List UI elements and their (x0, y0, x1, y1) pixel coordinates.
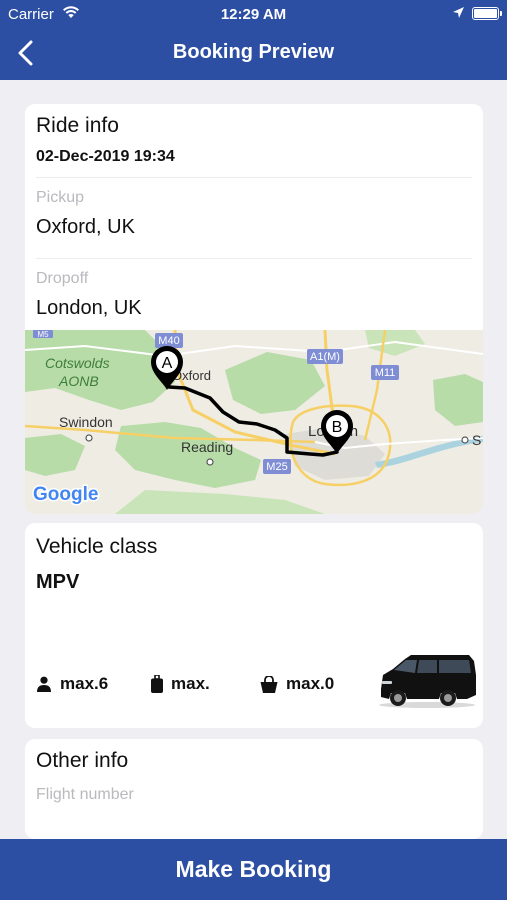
city-dot (206, 458, 214, 466)
dropoff-value[interactable]: London, UK (36, 297, 142, 320)
city-dot (85, 434, 93, 442)
place-label-reading: Reading (181, 439, 233, 455)
ride-info-heading: Ride info (36, 114, 119, 137)
place-label-cotswolds: Cotswolds (45, 355, 110, 371)
city-dot (461, 436, 469, 444)
other-info-heading: Other info (36, 749, 129, 772)
page-title: Booking Preview (172, 41, 335, 63)
place-label-s: S (472, 432, 481, 448)
other-info-card: Other info Flight number (25, 739, 483, 839)
make-booking-button[interactable]: Make Booking (0, 839, 507, 900)
ride-info-card: Ride info 02-Dec-2019 19:34 Pickup Oxfor… (25, 104, 483, 514)
vehicle-class-heading: Vehicle class (36, 535, 158, 558)
road-a1m-label: A1(M) (310, 351, 340, 363)
vehicle-class-name: MPV (36, 571, 80, 593)
van-image (379, 655, 476, 708)
navigation-bar: Booking Preview (0, 28, 507, 80)
pickup-label: Pickup (36, 189, 85, 206)
flight-number-field[interactable]: Flight number (36, 786, 134, 804)
ride-datetime: 02-Dec-2019 19:34 (36, 148, 175, 165)
route-map[interactable]: M5 M40 A1(M) M11 M25 Cotswolds AONB Swin… (25, 330, 483, 514)
person-icon (37, 676, 51, 692)
marker-b-label: B (332, 419, 343, 436)
pickup-value[interactable]: Oxford, UK (36, 216, 135, 239)
divider (36, 258, 472, 259)
road-m11-label: M11 (375, 367, 396, 379)
road-m25-label: M25 (266, 461, 287, 473)
status-bar: Carrier 12:29 AM (0, 0, 507, 28)
place-label-swindon: Swindon (59, 414, 113, 430)
suitcase-icon (151, 675, 163, 693)
road-m40-label: M40 (158, 335, 179, 347)
shopping-bag-icon (260, 675, 278, 693)
dropoff-label: Dropoff (36, 270, 89, 287)
marker-a-label: A (162, 355, 173, 372)
bag-capacity-value: max.0 (286, 674, 335, 693)
battery-icon (472, 7, 499, 20)
place-label-aonb: AONB (58, 373, 99, 389)
luggage-capacity: max. (151, 673, 210, 695)
passenger-capacity: max.6 (36, 673, 108, 695)
vehicle-class-card: Vehicle class MPV max.6 max. max.0 (25, 523, 483, 728)
road-m5-label: M5 (37, 330, 49, 339)
luggage-capacity-value: max. (171, 674, 210, 693)
location-arrow-icon (452, 6, 465, 23)
divider (36, 177, 472, 178)
bag-capacity: max.0 (260, 673, 334, 695)
google-logo: Google (33, 484, 98, 505)
clock: 12:29 AM (220, 6, 287, 23)
passenger-capacity-value: max.6 (60, 674, 109, 693)
